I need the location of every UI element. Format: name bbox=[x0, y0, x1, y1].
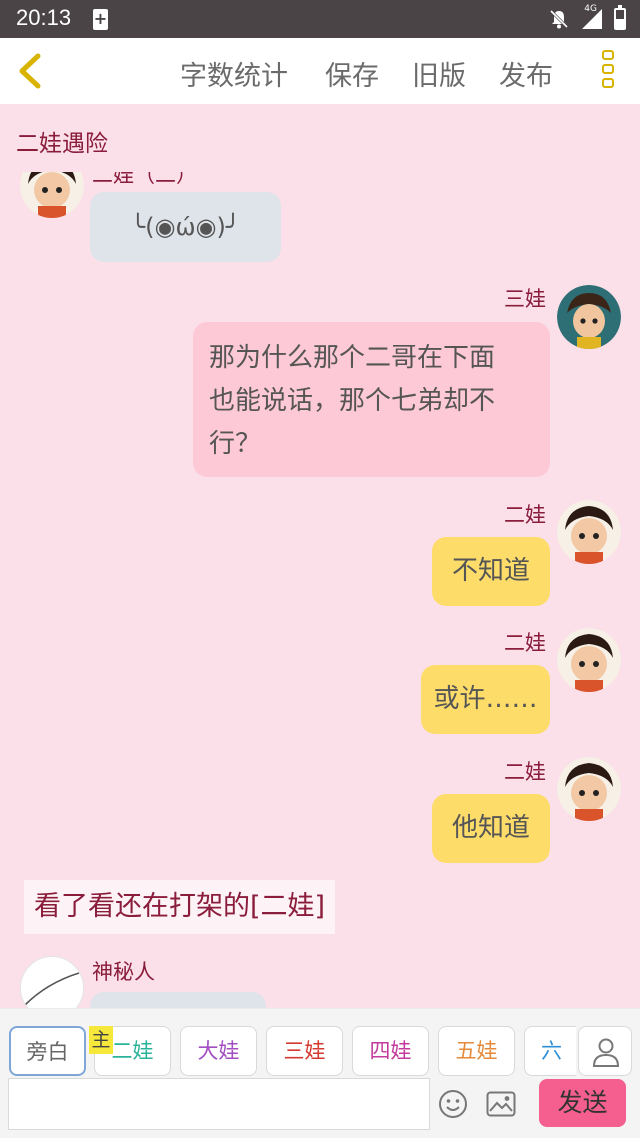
character-manager-button[interactable] bbox=[578, 1026, 632, 1076]
message-bubble[interactable]: 他知道 bbox=[432, 794, 550, 863]
avatar[interactable] bbox=[557, 500, 621, 564]
character-tab[interactable]: 三娃 bbox=[266, 1026, 343, 1076]
back-button[interactable] bbox=[14, 50, 50, 92]
emoji-icon[interactable] bbox=[438, 1089, 468, 1123]
speaker-name: 二娃（二） bbox=[92, 172, 197, 187]
status-bar: 20:13 + 4G bbox=[0, 0, 640, 38]
message-line: 行？ bbox=[209, 429, 262, 459]
avatar[interactable] bbox=[20, 172, 84, 218]
message-bubble[interactable]: 或许…… bbox=[421, 665, 550, 734]
message-line: 也能说话，那个七弟却不 bbox=[209, 386, 496, 416]
editor-toolbar: 字数统计 保存 旧版 发布 bbox=[0, 38, 640, 104]
character-tab[interactable]: 五娃 bbox=[438, 1026, 515, 1076]
save-button[interactable]: 保存 bbox=[325, 54, 379, 93]
publish-button[interactable]: 发布 bbox=[499, 54, 553, 93]
message-line: 那为什么那个二哥在下面 bbox=[209, 343, 496, 373]
speaker-name: 二娃 bbox=[504, 760, 546, 784]
speaker-name: 二娃 bbox=[504, 631, 546, 655]
message-bubble[interactable]: 那为什么那个二哥在下面 也能说话，那个七弟却不 行？ bbox=[193, 322, 550, 477]
back-chevron-icon bbox=[19, 53, 41, 89]
old-version-button[interactable]: 旧版 bbox=[412, 54, 466, 93]
avatar[interactable] bbox=[557, 628, 621, 692]
message-input[interactable] bbox=[8, 1078, 430, 1130]
signal-icon bbox=[582, 9, 602, 29]
character-tab[interactable]: 四娃 bbox=[352, 1026, 429, 1076]
speaker-name: 二娃 bbox=[504, 503, 546, 527]
composer-panel: 旁白二娃大娃三娃四娃五娃六娃 主 发送 bbox=[0, 1008, 640, 1138]
speaker-name: 神秘人 bbox=[92, 960, 155, 984]
character-tab[interactable]: 旁白 bbox=[9, 1026, 86, 1076]
message-bubble[interactable]: ╰(◉ώ◉)╯ bbox=[90, 192, 281, 262]
word-count-button[interactable]: 字数统计 bbox=[180, 54, 288, 93]
battery-saver-icon: + bbox=[93, 9, 108, 30]
status-time: 20:13 bbox=[16, 5, 72, 30]
message-row: 二娃（二） ╰(◉ώ◉)╯ bbox=[0, 172, 640, 264]
character-tab[interactable]: 大娃 bbox=[180, 1026, 257, 1076]
avatar[interactable] bbox=[557, 285, 621, 349]
user-icon bbox=[592, 1038, 620, 1067]
avatar[interactable] bbox=[557, 757, 621, 821]
battery-icon bbox=[614, 5, 626, 30]
mute-icon bbox=[548, 8, 570, 30]
narration-text[interactable]: 看了看还在打架的[二娃] bbox=[24, 880, 336, 934]
send-button[interactable]: 发送 bbox=[539, 1079, 626, 1127]
more-menu-icon[interactable] bbox=[600, 50, 616, 92]
character-tab[interactable]: 六娃 bbox=[524, 1026, 576, 1076]
message-bubble[interactable]: 不知道 bbox=[432, 537, 550, 606]
main-character-badge: 主 bbox=[89, 1026, 113, 1054]
chapter-title: 二娃遇险 bbox=[16, 131, 108, 157]
speaker-name: 三娃 bbox=[504, 287, 546, 311]
image-icon[interactable] bbox=[486, 1091, 516, 1121]
